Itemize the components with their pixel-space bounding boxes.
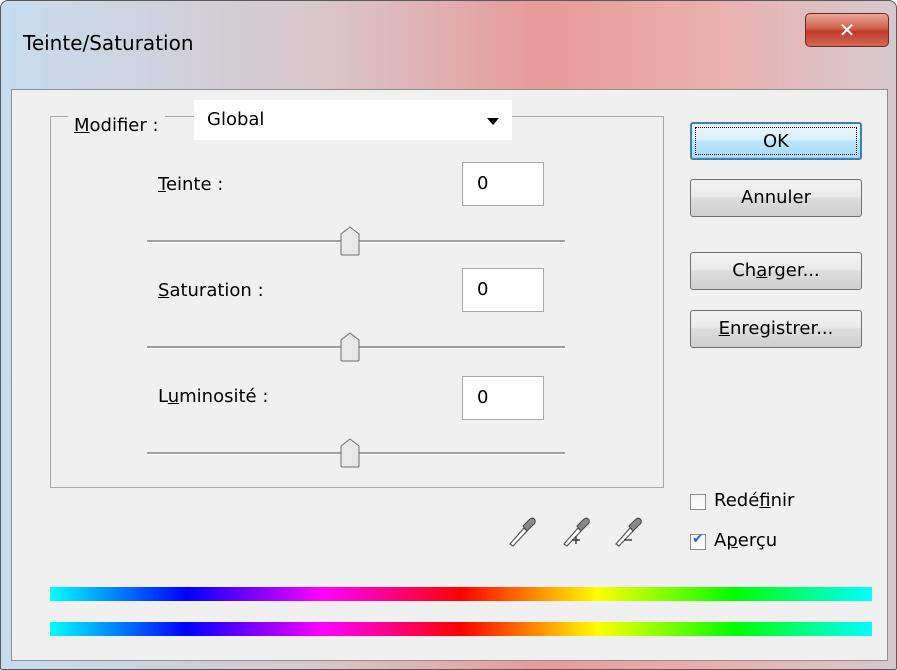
chevron-down-icon [487,118,499,125]
close-icon: ✕ [838,18,856,42]
eyedropper-icon[interactable] [506,514,538,548]
lightness-slider-thumb[interactable] [340,438,360,468]
window-title: Teinte/Saturation [23,31,194,55]
dialog-client-area: Modifier : Global Teinte : 0 Saturation … [11,89,888,661]
hue-input[interactable]: 0 [462,162,544,206]
save-button[interactable]: Enregistrer... [690,310,862,348]
edit-dropdown[interactable]: Global [194,100,512,140]
edit-label: Modifier : [68,106,165,146]
colorize-label[interactable]: Redéfinir [714,490,794,511]
dialog-window: Teinte/Saturation ✕ Modifier : Global Te… [0,0,897,670]
close-button[interactable]: ✕ [805,13,889,47]
preview-label[interactable]: Aperçu [714,530,777,551]
ok-button[interactable]: OK [690,122,862,160]
adjustment-group [50,116,664,488]
load-button[interactable]: Charger... [690,252,862,290]
lightness-label: Luminosité : [158,386,269,407]
eyedropper-subtract-icon[interactable] [612,514,644,548]
input-spectrum-bar [50,587,872,601]
eyedropper-add-icon[interactable] [560,514,592,548]
edit-dropdown-value: Global [207,109,265,130]
ok-button-label: OK [763,131,789,152]
preview-checkbox[interactable] [690,531,706,550]
output-spectrum-bar [50,622,872,636]
hue-slider-thumb[interactable] [340,226,360,256]
saturation-slider-thumb[interactable] [340,332,360,362]
saturation-input[interactable]: 0 [462,268,544,312]
saturation-label: Saturation : [158,280,264,301]
lightness-input[interactable]: 0 [462,376,544,420]
title-bar[interactable]: Teinte/Saturation ✕ [1,1,896,89]
cancel-button[interactable]: Annuler [690,179,862,217]
hue-label: Teinte : [158,174,224,195]
colorize-checkbox[interactable] [690,494,706,510]
